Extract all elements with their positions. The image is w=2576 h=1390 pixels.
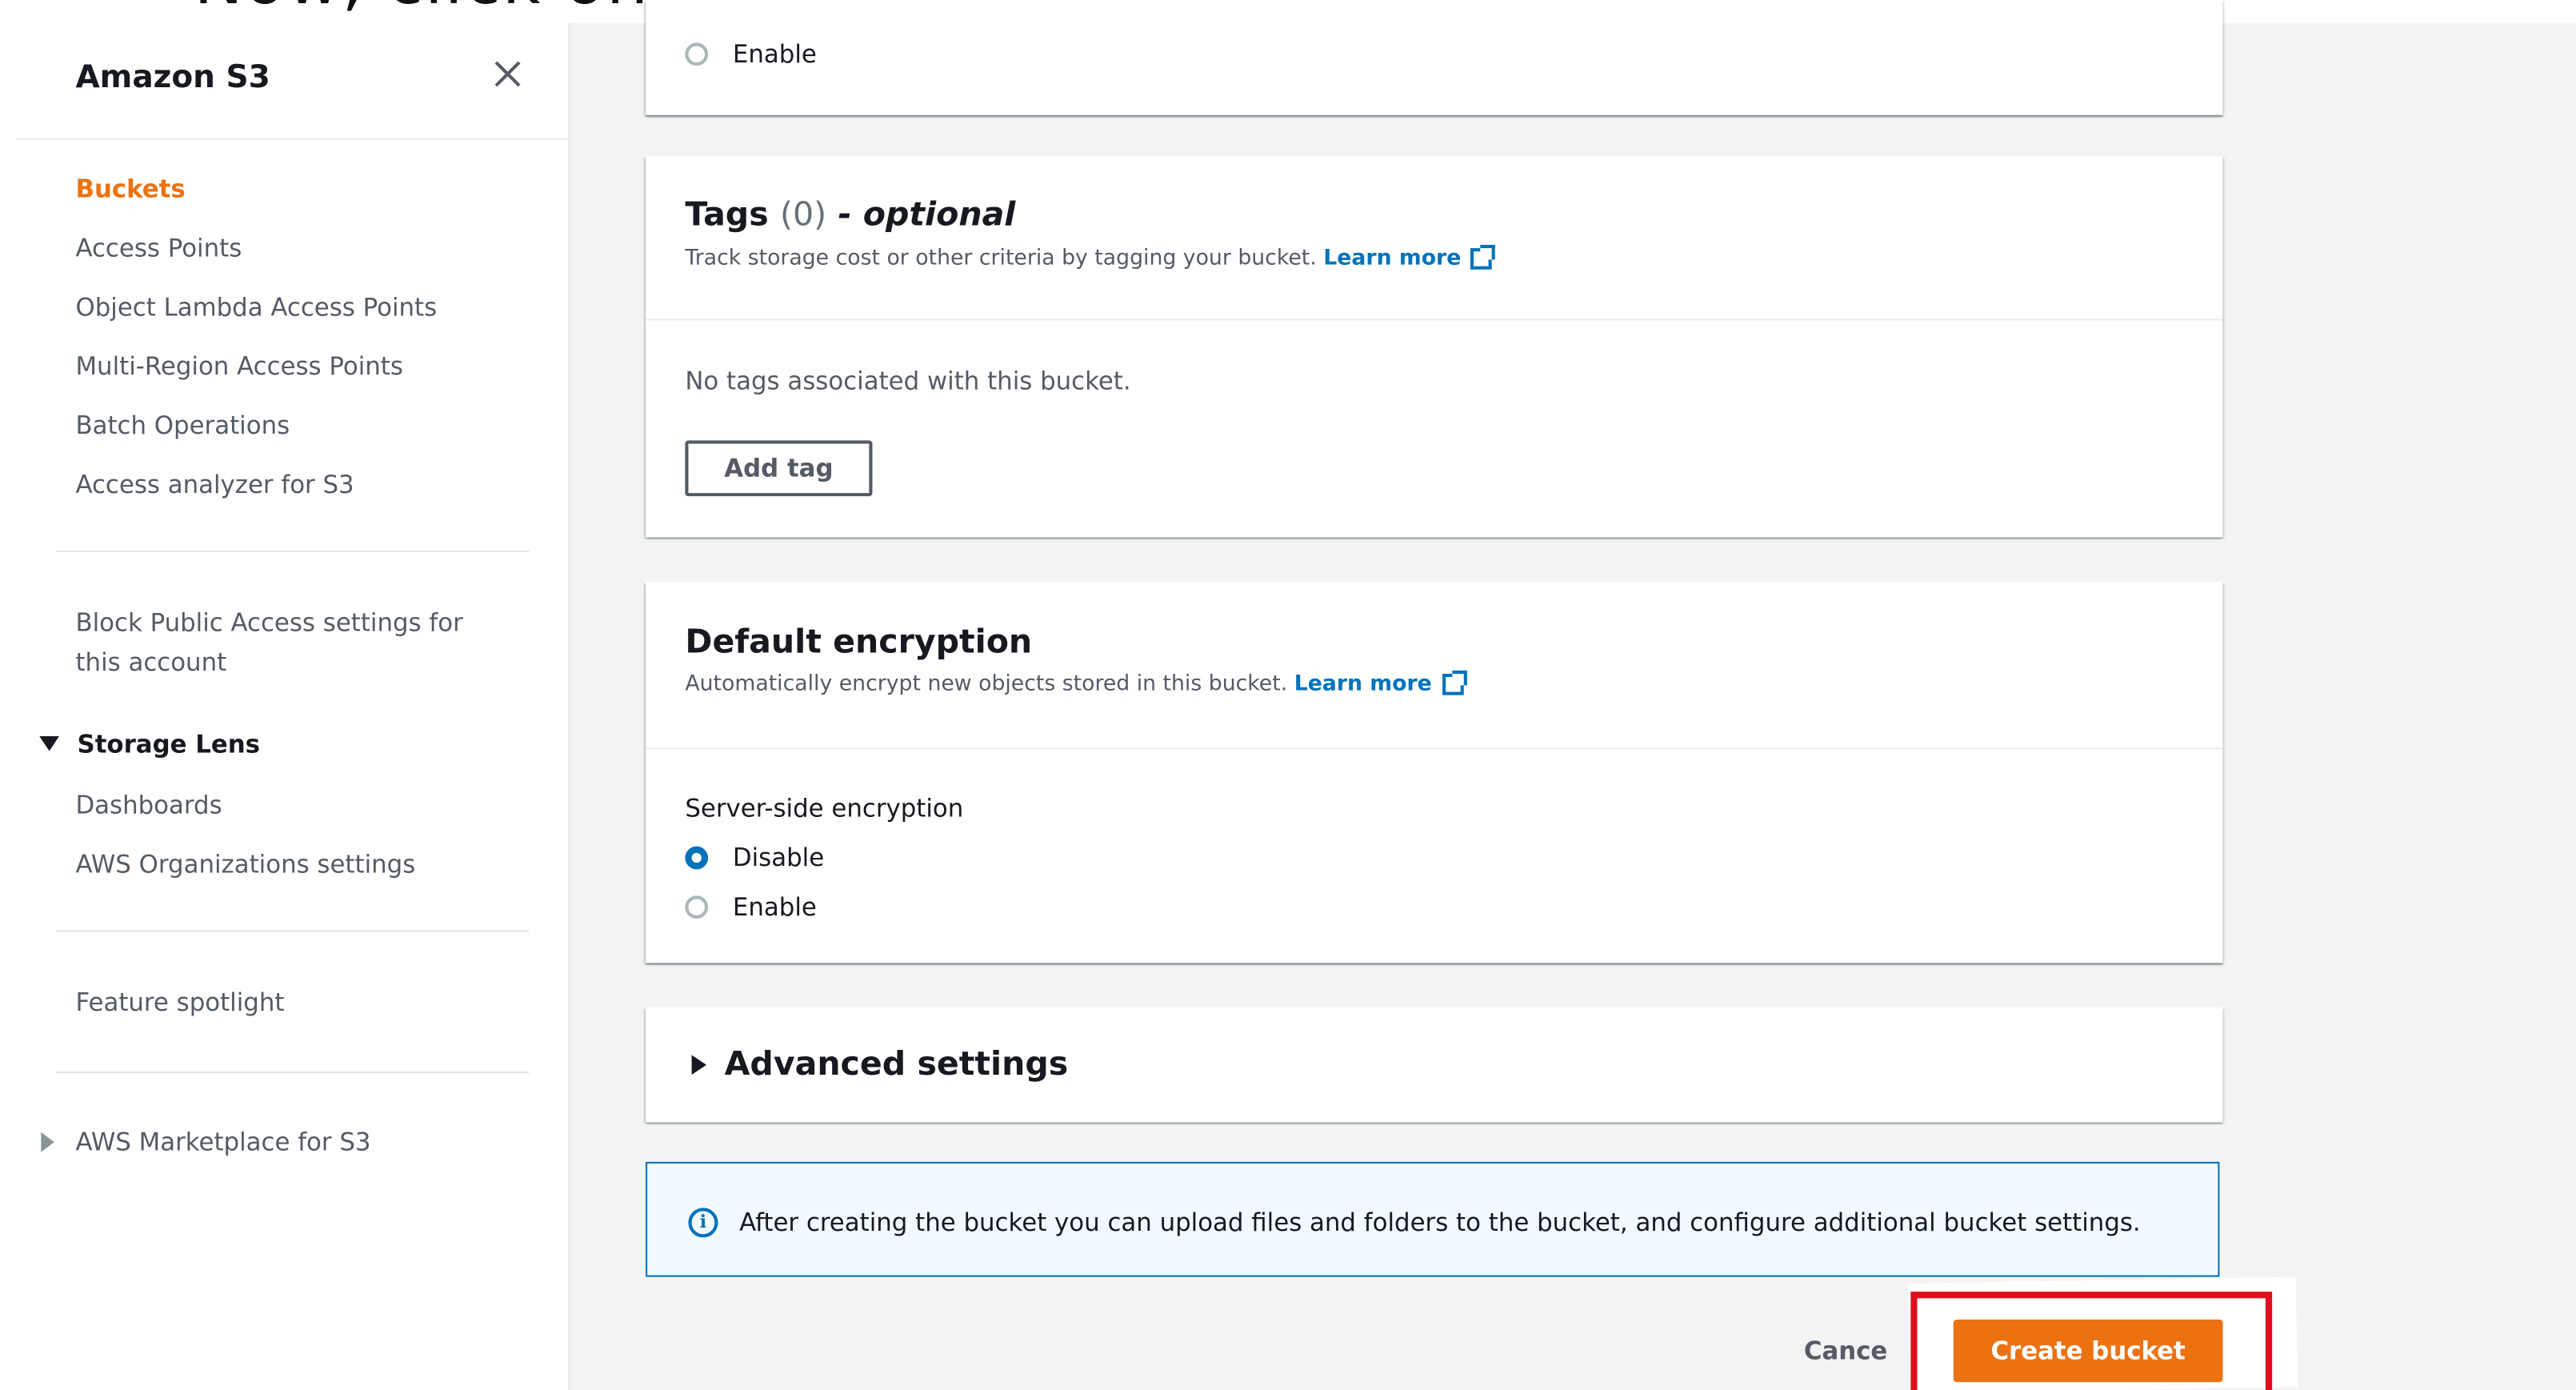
default-encryption-card: Default encryption Automatically encrypt… <box>646 581 2223 963</box>
encryption-learn-more-link[interactable]: Learn more <box>1294 672 1432 697</box>
radio-disable[interactable] <box>685 846 709 870</box>
sidebar: Amazon S3 Buckets Access Points Object L… <box>0 22 570 1390</box>
sidebar-item-object-lambda-access-points[interactable]: Object Lambda Access Points <box>75 293 437 322</box>
tags-optional: - optional <box>838 194 1016 234</box>
sidebar-item-multi-region-access-points[interactable]: Multi-Region Access Points <box>75 351 402 381</box>
external-link-icon[interactable] <box>1442 670 1466 695</box>
sidebar-item-block-public-access-line2[interactable]: this account <box>75 647 226 677</box>
advanced-settings-title[interactable]: Advanced settings <box>725 1044 1069 1083</box>
sidebar-item-access-analyzer[interactable]: Access analyzer for S3 <box>75 470 354 499</box>
caret-right-icon[interactable] <box>41 1132 54 1152</box>
encryption-description: Automatically encrypt new objects stored… <box>685 670 1466 697</box>
sidebar-item-dashboards[interactable]: Dashboards <box>75 791 222 820</box>
info-icon: i <box>688 1208 718 1238</box>
tags-heading: Tags (0) - optional <box>685 194 1015 233</box>
object-lock-card: Enable <box>646 0 2223 115</box>
sidebar-title: Amazon S3 <box>75 58 270 96</box>
tags-empty-message: No tags associated with this bucket. <box>685 366 1131 396</box>
radio-label-enable: Enable <box>732 39 817 70</box>
sidebar-divider <box>55 930 530 932</box>
radio-label-disable: Disable <box>732 843 825 873</box>
sidebar-header: Amazon S3 <box>16 23 569 140</box>
sidebar-item-buckets[interactable]: Buckets <box>75 174 185 204</box>
encryption-card-header: Default encryption Automatically encrypt… <box>646 582 2223 750</box>
radio-enable-encryption[interactable] <box>685 895 709 919</box>
encryption-title: Default encryption <box>685 621 1033 661</box>
tags-description: Track storage cost or other criteria by … <box>685 244 1496 271</box>
advanced-settings-card[interactable]: Advanced settings <box>646 1007 2223 1123</box>
tags-card: Tags (0) - optional Track storage cost o… <box>646 156 2223 538</box>
sidebar-item-block-public-access[interactable]: Block Public Access settings for <box>75 608 462 638</box>
sidebar-divider <box>55 550 530 553</box>
server-side-encryption-label: Server-side encryption <box>685 793 964 823</box>
sidebar-item-aws-marketplace[interactable]: AWS Marketplace for S3 <box>75 1128 370 1157</box>
screen: Now, click on Create Bucket Amazon S3 Bu… <box>0 0 2576 1390</box>
sidebar-item-access-points[interactable]: Access Points <box>75 234 242 263</box>
external-link-icon[interactable] <box>1470 244 1496 270</box>
tags-card-header: Tags (0) - optional Track storage cost o… <box>646 156 2223 321</box>
close-icon[interactable] <box>490 56 526 92</box>
sidebar-item-batch-operations[interactable]: Batch Operations <box>75 411 290 440</box>
add-tag-button[interactable]: Add tag <box>685 440 873 497</box>
cancel-button[interactable]: Cance <box>1804 1336 1887 1366</box>
highlight-annotation-box <box>1910 1292 2273 1390</box>
info-alert: i After creating the bucket you can uplo… <box>646 1161 2220 1277</box>
radio-enable[interactable] <box>685 42 709 66</box>
tags-count: (0) <box>779 194 827 234</box>
tags-description-text: Track storage cost or other criteria by … <box>685 246 1317 271</box>
encryption-description-text: Automatically encrypt new objects stored… <box>685 671 1288 697</box>
main-content: Enable Tags (0) - optional Track storage… <box>570 0 2576 1390</box>
radio-label-enable-encryption: Enable <box>732 892 817 923</box>
tags-learn-more-link[interactable]: Learn more <box>1323 246 1461 271</box>
sidebar-divider <box>55 1071 530 1074</box>
sidebar-item-feature-spotlight[interactable]: Feature spotlight <box>75 987 284 1017</box>
sidebar-section-storage-lens[interactable]: Storage Lens <box>78 730 261 759</box>
caret-right-icon[interactable] <box>691 1055 707 1076</box>
caret-down-icon[interactable] <box>39 736 59 751</box>
info-alert-text: After creating the bucket you can upload… <box>739 1208 2141 1238</box>
tags-title: Tags <box>685 194 769 234</box>
sidebar-item-aws-organizations-settings[interactable]: AWS Organizations settings <box>75 850 415 879</box>
